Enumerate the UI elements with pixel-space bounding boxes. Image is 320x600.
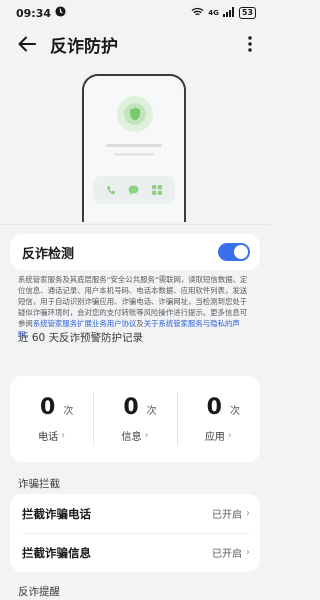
intercept-card: 拦截诈骗电话 已开启 › 拦截诈骗信息 已开启 › [10, 494, 260, 572]
shield-icon [130, 107, 140, 121]
intercept-calls-label: 拦截诈骗电话 [22, 506, 91, 521]
intercept-calls-row[interactable]: 拦截诈骗电话 已开启 › [10, 494, 260, 533]
description-connector: 及 [136, 319, 144, 328]
network-type: 4G [208, 9, 219, 17]
record-messages-unit: 次 [146, 406, 157, 417]
wifi-icon [191, 7, 204, 20]
phone-icon [104, 183, 118, 197]
record-apps[interactable]: 0 次 应用 › [176, 376, 260, 462]
records-card: 0 次 电话 › 0 次 信息 › 0 次 应用 › [10, 376, 260, 462]
shield-badge [117, 96, 153, 132]
record-messages[interactable]: 0 次 信息 › [93, 376, 176, 462]
fraud-detection-switch[interactable] [218, 243, 250, 261]
app-bar: 反诈防护 [0, 26, 270, 62]
chevron-right-icon: › [246, 547, 250, 558]
record-calls-label: 电话 [38, 432, 59, 443]
page-title: 反诈防护 [50, 36, 118, 57]
status-bar: 09:34 4G 53 [0, 0, 270, 26]
app-icons-panel [93, 176, 175, 204]
more-vertical-icon [248, 36, 252, 52]
records-section-title: 近 60 天反诈预警防护记录 [18, 332, 144, 344]
record-apps-unit: 次 [229, 406, 240, 417]
intercept-messages-label: 拦截诈骗信息 [22, 545, 91, 560]
divider [0, 224, 270, 225]
chevron-right-icon: › [61, 430, 66, 441]
chevron-right-icon: › [144, 430, 149, 441]
switch-knob [234, 245, 248, 259]
phone-illustration [82, 74, 186, 222]
back-button[interactable] [16, 33, 38, 55]
more-options-button[interactable] [240, 33, 260, 55]
record-messages-count: 0 [123, 395, 139, 420]
chevron-right-icon: › [246, 508, 250, 519]
hero-illustration [0, 62, 270, 232]
intercept-messages-status: 已开启 [212, 549, 242, 560]
notification-icon [55, 6, 66, 20]
record-apps-count: 0 [206, 395, 222, 420]
record-messages-label: 信息 [121, 432, 142, 443]
message-icon [127, 183, 141, 197]
intercept-calls-status: 已开启 [212, 510, 242, 521]
fraud-detection-label: 反诈检测 [22, 246, 75, 262]
record-calls[interactable]: 0 次 电话 › [10, 376, 93, 462]
user-agreement-link[interactable]: 系统管家服务扩展业务用户协议 [33, 319, 136, 328]
intercept-messages-row[interactable]: 拦截诈骗信息 已开启 › [10, 533, 260, 572]
record-calls-count: 0 [40, 395, 56, 420]
intercept-section-title: 诈骗拦截 [18, 478, 60, 490]
placeholder-line [106, 144, 162, 147]
record-calls-unit: 次 [63, 406, 74, 417]
battery-indicator: 53 [238, 7, 256, 19]
chevron-right-icon: › [227, 430, 232, 441]
apps-grid-icon [150, 183, 164, 197]
record-apps-label: 应用 [204, 432, 225, 443]
placeholder-line [114, 153, 154, 156]
status-time: 09:34 [16, 6, 52, 20]
remind-section-title: 反诈提醒 [18, 586, 60, 598]
arrow-left-icon [18, 36, 36, 52]
signal-icon [222, 6, 235, 20]
fraud-detection-toggle-row[interactable]: 反诈检测 [10, 234, 260, 270]
